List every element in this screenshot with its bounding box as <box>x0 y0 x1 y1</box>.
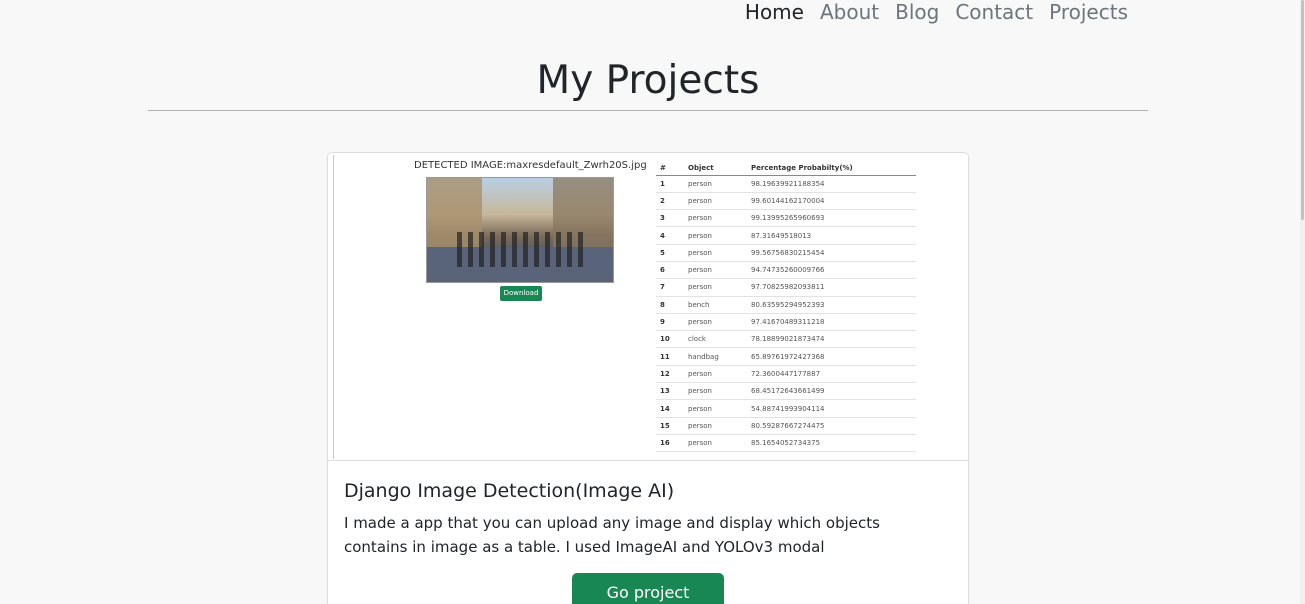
row-number: 8 <box>656 296 684 314</box>
photo-people <box>457 232 587 267</box>
row-probability: 54.88741993904114 <box>747 399 916 418</box>
row-object: person <box>684 261 747 280</box>
row-number: 13 <box>656 382 684 401</box>
table-row: 9 person 97.41670489311218 <box>656 313 916 332</box>
table-row: 8 bench 80.63595294952393 <box>656 296 916 314</box>
row-object: person <box>684 244 747 262</box>
table-row: 6 person 94.74735260009766 <box>656 261 916 280</box>
row-number: 7 <box>656 278 684 297</box>
table-row: 2 person 99.60144162170004 <box>656 192 916 211</box>
row-number: 16 <box>656 434 684 453</box>
table-row: 13 person 68.45172643661499 <box>656 382 916 401</box>
detection-table-header: # Object Percentage Probabilty(%) <box>656 161 916 176</box>
project-description: I made a app that you can upload any ima… <box>344 514 880 556</box>
header-object: Object <box>684 161 747 176</box>
row-object: person <box>684 278 747 297</box>
table-row: 10 clock 78.18899021873474 <box>656 330 916 349</box>
row-number: 5 <box>656 244 684 262</box>
row-probability: 97.41670489311218 <box>747 313 916 332</box>
page-title: My Projects <box>536 58 760 103</box>
table-row: 16 person 85.1654052734375 <box>656 434 916 453</box>
row-number: 1 <box>656 175 684 193</box>
row-probability: 99.60144162170004 <box>747 192 916 211</box>
project-card: DETECTED IMAGE:maxresdefault_Zwrh20S.jpg… <box>327 152 969 604</box>
row-probability: 87.31649518013 <box>747 226 916 245</box>
go-project-button[interactable]: Go project <box>572 573 724 604</box>
row-object: person <box>684 382 747 401</box>
row-object: clock <box>684 330 747 349</box>
row-object: person <box>684 417 747 435</box>
nav-blog-link[interactable]: Blog <box>895 0 939 24</box>
project-screenshot: DETECTED IMAGE:maxresdefault_Zwrh20S.jpg… <box>328 153 968 461</box>
row-object: person <box>684 192 747 211</box>
detection-table: # Object Percentage Probabilty(%) 1 perso… <box>656 161 916 453</box>
row-probability: 78.18899021873474 <box>747 330 916 349</box>
detected-image-title: DETECTED IMAGE:maxresdefault_Zwrh20S.jpg <box>414 160 647 171</box>
row-probability: 94.74735260009766 <box>747 261 916 280</box>
header-number: # <box>656 161 684 176</box>
nav-contact-link[interactable]: Contact <box>955 0 1033 24</box>
row-probability: 97.70825982093811 <box>747 278 916 297</box>
row-probability: 99.13995265960693 <box>747 209 916 228</box>
title-divider <box>148 110 1148 111</box>
table-row: 11 handbag 65.89761972427368 <box>656 347 916 366</box>
nav-projects-link[interactable]: Projects <box>1049 0 1128 24</box>
row-object: handbag <box>684 347 747 366</box>
row-object: person <box>684 365 747 384</box>
navbar: Home About Blog Contact Projects <box>0 0 1305 28</box>
nav-links: Home About Blog Contact Projects <box>745 0 1128 24</box>
row-object: bench <box>684 296 747 314</box>
row-number: 10 <box>656 330 684 349</box>
screenshot-frame: DETECTED IMAGE:maxresdefault_Zwrh20S.jpg… <box>333 155 965 459</box>
row-object: person <box>684 226 747 245</box>
row-probability: 98.19639921188354 <box>747 175 916 193</box>
row-probability: 80.63595294952393 <box>747 296 916 314</box>
row-number: 4 <box>656 226 684 245</box>
detected-photo <box>426 177 614 283</box>
page-scrollbar[interactable] <box>1300 0 1305 604</box>
row-object: person <box>684 175 747 193</box>
nav-home-link[interactable]: Home <box>745 0 804 24</box>
table-row: 12 person 72.3600447177887 <box>656 365 916 384</box>
row-probability: 85.1654052734375 <box>747 434 916 453</box>
table-row: 3 person 99.13995265960693 <box>656 209 916 228</box>
row-number: 9 <box>656 313 684 332</box>
row-probability: 99.56756830215454 <box>747 244 916 262</box>
row-probability: 68.45172643661499 <box>747 382 916 401</box>
row-number: 3 <box>656 209 684 228</box>
nav-about-link[interactable]: About <box>820 0 879 24</box>
row-object: person <box>684 399 747 418</box>
row-number: 12 <box>656 365 684 384</box>
project-title: Django Image Detection(Image AI) <box>344 480 675 502</box>
table-row: 5 person 99.56756830215454 <box>656 244 916 262</box>
table-row: 1 person 98.19639921188354 <box>656 175 916 193</box>
row-probability: 72.3600447177887 <box>747 365 916 384</box>
row-number: 14 <box>656 399 684 418</box>
row-probability: 65.89761972427368 <box>747 347 916 366</box>
table-row: 15 person 80.59287667274475 <box>656 417 916 435</box>
download-button: Download <box>500 286 542 301</box>
scrollbar-thumb[interactable] <box>1301 0 1304 220</box>
row-object: person <box>684 434 747 453</box>
row-number: 15 <box>656 417 684 435</box>
table-row: 14 person 54.88741993904114 <box>656 399 916 418</box>
row-number: 6 <box>656 261 684 280</box>
row-number: 2 <box>656 192 684 211</box>
row-probability: 80.59287667274475 <box>747 417 916 435</box>
row-object: person <box>684 209 747 228</box>
detection-table-body: 1 person 98.19639921188354 2 person 99.601441… <box>656 175 916 453</box>
table-row: 4 person 87.31649518013 <box>656 226 916 245</box>
header-probability: Percentage Probabilty(%) <box>747 161 916 176</box>
table-row: 7 person 97.70825982093811 <box>656 278 916 297</box>
row-object: person <box>684 313 747 332</box>
row-number: 11 <box>656 347 684 366</box>
